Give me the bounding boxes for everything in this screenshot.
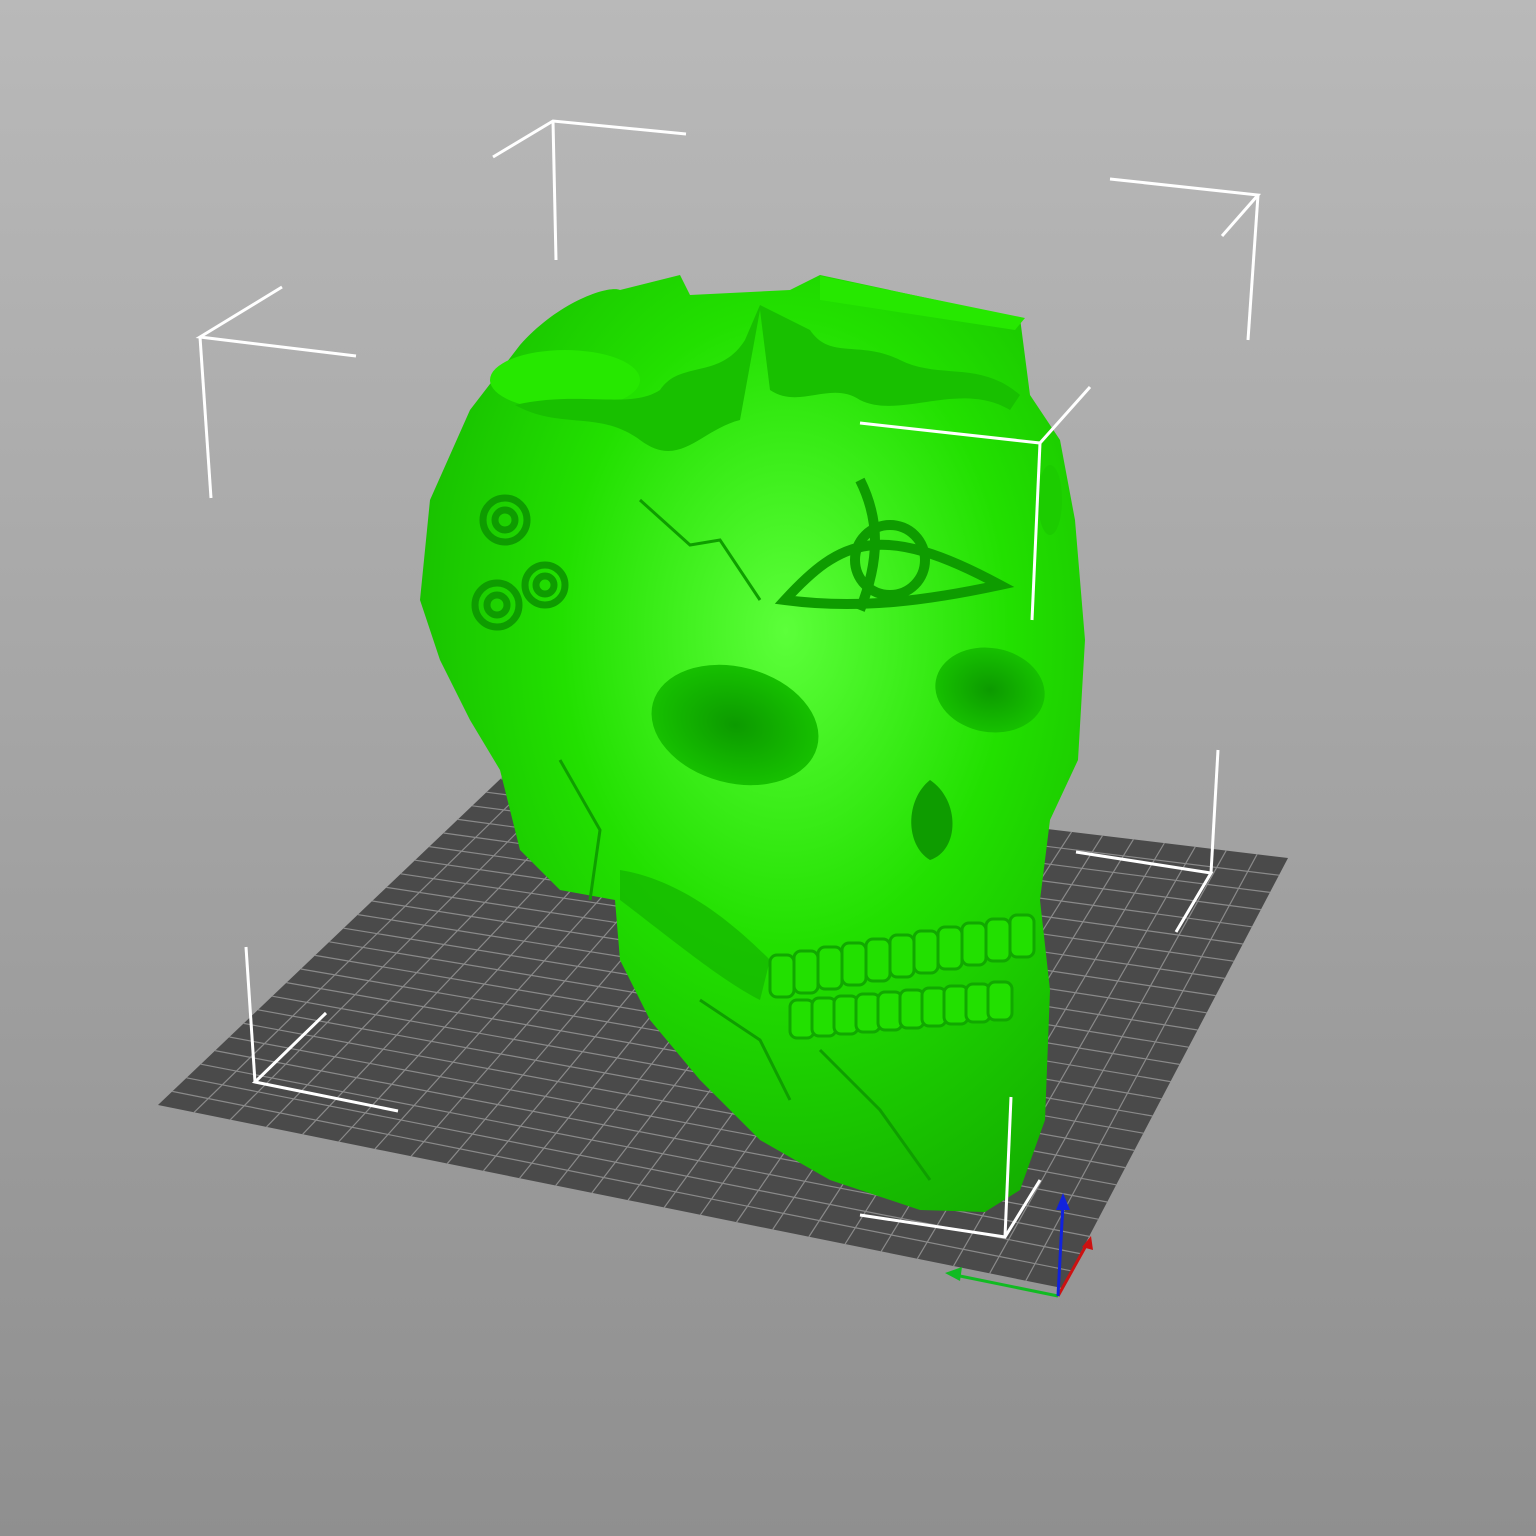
tooth [984,917,1012,963]
tooth [936,925,964,971]
tooth [840,941,868,987]
tooth [1008,913,1036,959]
tooth [986,980,1014,1022]
bbox-corner-back-top-left [195,285,357,358]
y-axis-arrow-icon [945,1267,962,1281]
tooth [792,949,820,995]
tooth [864,937,892,983]
tooth [810,996,838,1038]
tooth [832,994,860,1036]
bbox-corner-back-top [492,119,687,159]
bbox-edge [551,120,558,261]
bbox-edge [1246,194,1260,341]
tooth [964,982,992,1024]
tooth [942,984,970,1026]
bbox-edge [198,336,213,499]
3d-viewport[interactable] [0,0,1536,1536]
tooth [960,921,988,967]
side-bump [1038,465,1062,535]
tooth [876,990,904,1032]
tooth [888,933,916,979]
tooth [788,998,816,1040]
tooth [912,929,940,975]
tooth [768,953,796,999]
scene-canvas[interactable] [0,0,1536,1536]
tooth [816,945,844,991]
tooth [854,992,882,1034]
tooth [898,988,926,1030]
bbox-corner-back-top-right [1109,177,1262,237]
tooth [920,986,948,1028]
